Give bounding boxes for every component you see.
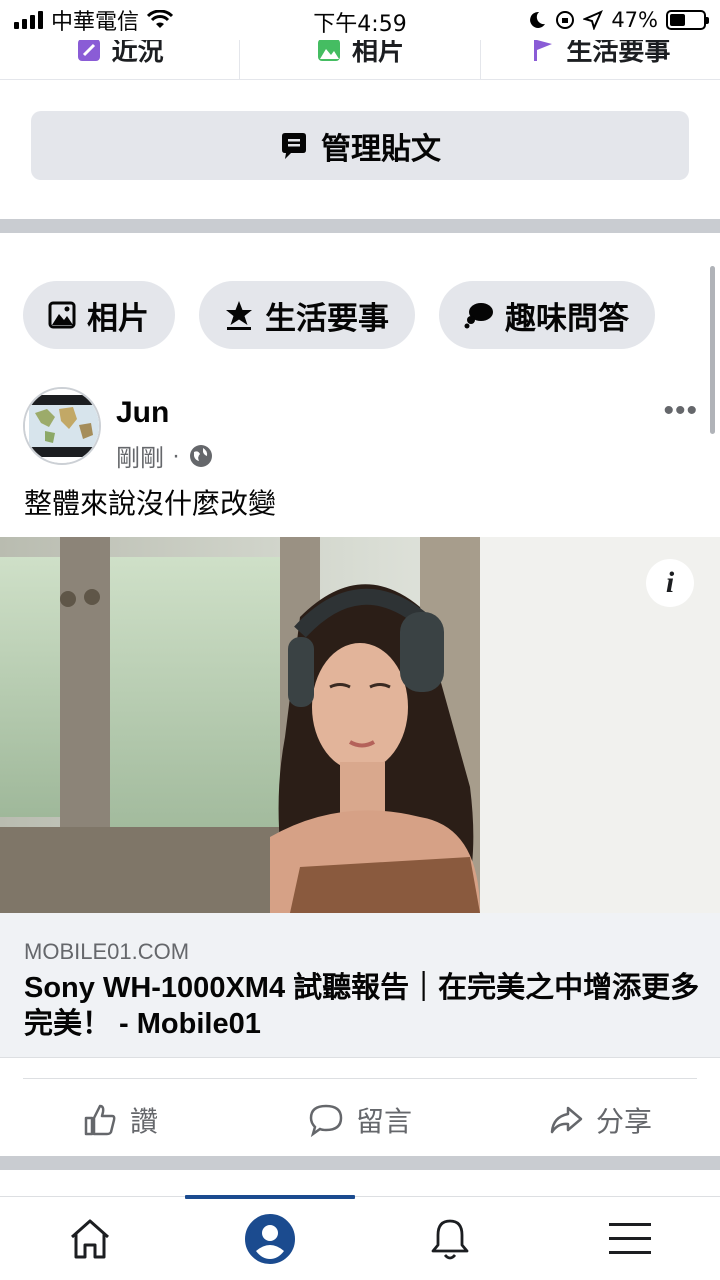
bell-icon: [431, 1219, 469, 1259]
chip-trivia-label: 趣味問答: [505, 300, 629, 336]
bottom-navigation: [0, 1195, 720, 1280]
manage-posts-button[interactable]: 管理貼文: [31, 111, 689, 180]
globe-icon: [190, 444, 212, 467]
info-icon[interactable]: i: [646, 559, 694, 607]
avatar[interactable]: [23, 387, 101, 465]
post-author[interactable]: Jun: [116, 396, 169, 430]
nav-profile[interactable]: [180, 1195, 360, 1280]
more-options-icon[interactable]: •••: [663, 394, 698, 428]
like-button[interactable]: 讚: [0, 1088, 240, 1152]
profile-icon: [245, 1213, 295, 1264]
chip-photos[interactable]: 相片: [23, 281, 175, 349]
link-domain: MOBILE01.COM: [24, 939, 190, 964]
post-filter-chips: 相片 生活要事 趣味問答: [23, 281, 655, 349]
flag-icon: [534, 38, 553, 61]
photo-icon: [48, 301, 76, 329]
location-icon: [583, 10, 604, 30]
manage-posts-label: 管理貼文: [321, 132, 441, 166]
meta-separator: ·: [172, 441, 180, 469]
photo-icon: [317, 38, 340, 61]
thumbs-up-icon: [84, 1104, 116, 1136]
comment-icon: [309, 1104, 343, 1138]
comment-button[interactable]: 留言: [240, 1088, 480, 1152]
orientation-lock-icon: [556, 11, 575, 29]
post-actions: 讚 留言 分享: [0, 1088, 720, 1152]
link-title: Sony WH-1000XM4 試聽報告｜在完美之中增添更多完美！ - Mobi…: [24, 972, 700, 1040]
battery-percent: 47%: [611, 8, 658, 32]
nav-menu[interactable]: [540, 1197, 720, 1280]
edit-icon: [77, 38, 100, 61]
action-divider: [23, 1078, 697, 1079]
chip-life-events-label: 生活要事: [265, 300, 389, 336]
moon-icon: [530, 11, 546, 28]
home-icon: [71, 1219, 109, 1258]
link-preview[interactable]: MOBILE01.COM Sony WH-1000XM4 試聽報告｜在完美之中增…: [0, 913, 720, 1058]
nav-home[interactable]: [0, 1197, 180, 1280]
share-icon: [550, 1106, 583, 1134]
scrollbar[interactable]: [710, 266, 715, 434]
post-text: 整體來說沒什麼改變: [24, 488, 277, 519]
chip-trivia[interactable]: 趣味問答: [439, 281, 655, 349]
section-divider: [0, 219, 720, 233]
comment-label: 留言: [355, 1106, 412, 1137]
chat-bubble-icon: [282, 132, 306, 159]
post-meta: 剛剛 ·: [116, 438, 214, 473]
post-time[interactable]: 剛剛: [116, 438, 164, 473]
menu-icon: [609, 1222, 651, 1254]
status-bar: 中華電信 下午4:59 47%: [0, 0, 720, 40]
star-icon: [226, 301, 252, 330]
section-divider: [0, 1156, 720, 1170]
like-label: 讚: [129, 1106, 158, 1137]
nav-notifications[interactable]: [360, 1197, 540, 1280]
speech-bubble-icon: [464, 303, 493, 329]
chip-life-events[interactable]: 生活要事: [199, 281, 415, 349]
chip-photos-label: 相片: [87, 300, 149, 336]
battery-icon: [666, 10, 709, 30]
share-label: 分享: [595, 1106, 652, 1137]
link-preview-image[interactable]: i: [0, 537, 720, 913]
share-button[interactable]: 分享: [480, 1088, 720, 1152]
